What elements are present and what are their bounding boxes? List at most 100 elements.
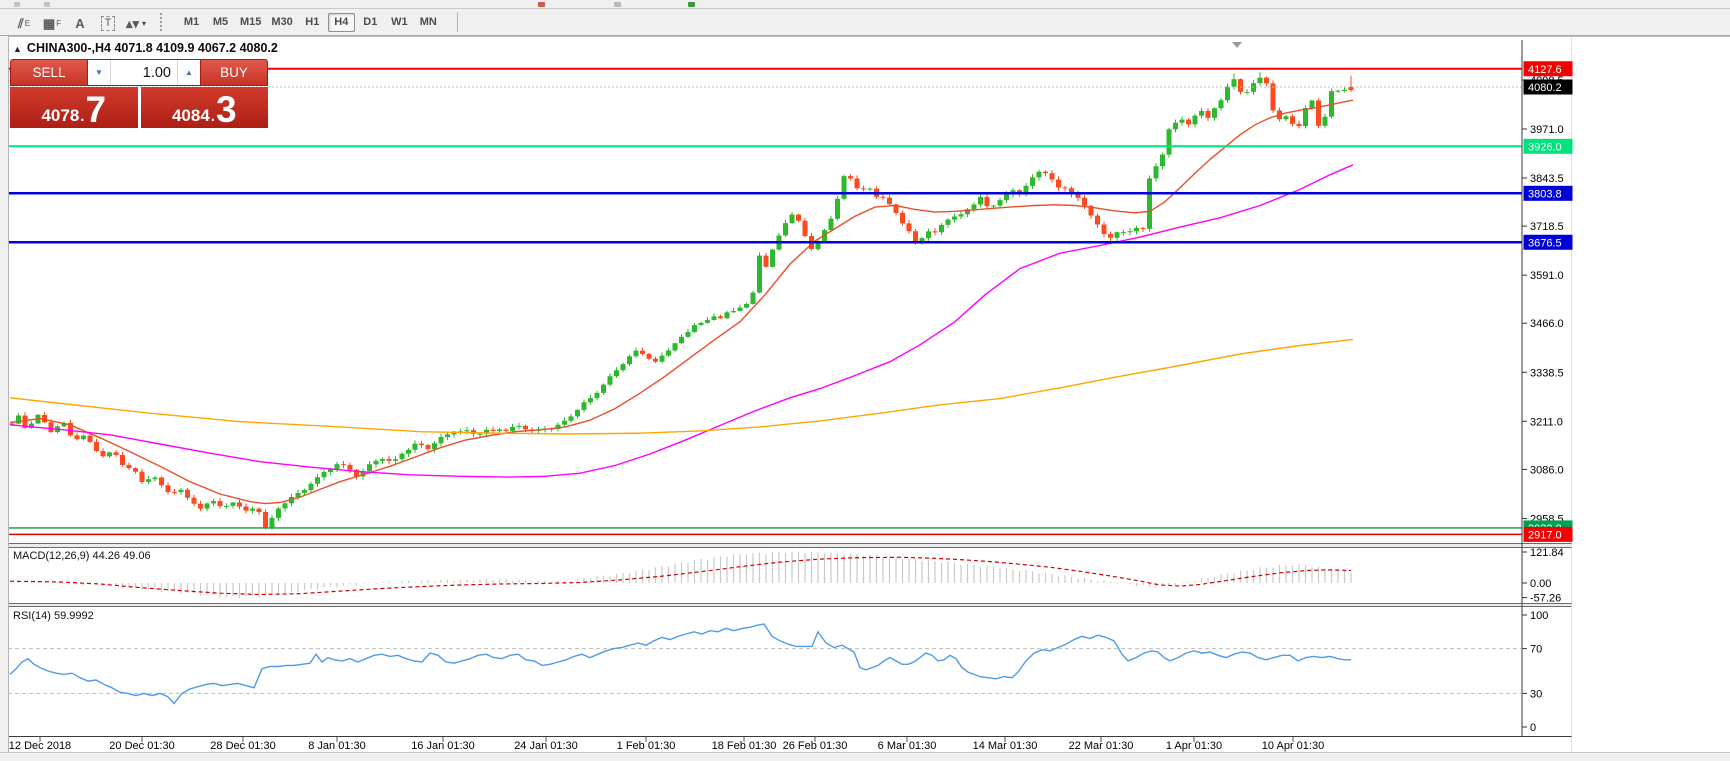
macd-tick-label: 0.00: [1530, 578, 1551, 590]
candle-body: [159, 478, 164, 486]
candle-body: [562, 421, 567, 425]
candle-body: [569, 416, 574, 420]
sell-price-dot: .: [80, 109, 84, 126]
candle-body: [406, 450, 411, 454]
timeframe-button-m1[interactable]: M1: [178, 13, 205, 32]
candle-body: [1297, 124, 1302, 126]
price-badge-label: 4080.2: [1528, 82, 1562, 94]
timeframe-button-m5[interactable]: M5: [207, 13, 234, 32]
candle-body: [439, 437, 444, 443]
candle-body: [868, 189, 873, 190]
rsi-tick-label: 70: [1530, 644, 1542, 656]
candle-body: [1082, 198, 1087, 206]
fibonacci-tool-icon[interactable]: ▦F: [38, 12, 66, 33]
candle-body: [75, 435, 80, 439]
rsi-indicator-label: RSI(14) 59.9992: [13, 610, 94, 622]
candle-body: [309, 484, 314, 490]
candle-body: [218, 501, 223, 506]
sell-button[interactable]: SELL: [10, 59, 88, 86]
label-tool-icon[interactable]: T: [94, 12, 122, 33]
panel-splitter[interactable]: [8, 544, 1572, 548]
candle-body: [322, 472, 327, 477]
candle-body: [1284, 116, 1289, 119]
timeframe-button-w1[interactable]: W1: [386, 13, 413, 32]
candle-body: [998, 200, 1003, 205]
candle-body: [114, 452, 119, 455]
price-badge-label: 4127.6: [1528, 64, 1562, 76]
candle-body: [1167, 129, 1172, 154]
timeframe-buttons-group: M1M5M15M30H1H4D1W1MN: [177, 13, 443, 32]
candle-body: [679, 337, 684, 343]
volume-decrease-button[interactable]: ▼: [88, 60, 111, 85]
candle-body: [1173, 123, 1178, 130]
candle-body: [523, 426, 528, 429]
text-tool-icon[interactable]: A: [66, 12, 94, 33]
candle-body: [127, 465, 132, 468]
price-badge-label: 3926.0: [1528, 141, 1562, 153]
timeframe-button-mn[interactable]: MN: [415, 13, 442, 32]
candle-body: [783, 223, 788, 235]
candle-body: [1063, 187, 1068, 188]
date-label: 1 Feb 01:30: [617, 740, 676, 752]
timeframe-button-d1[interactable]: D1: [357, 13, 384, 32]
candle-body: [413, 444, 418, 450]
volume-increase-button[interactable]: ▲: [177, 60, 200, 85]
candle-body: [842, 176, 847, 199]
chart-symbol: CHINA300-,H4: [27, 41, 111, 55]
date-label: 6 Mar 01:30: [878, 740, 937, 752]
arrows-tool-icon[interactable]: ▴▾▾: [122, 12, 150, 33]
candle-body: [712, 316, 717, 320]
price-tick-label: 3211.0: [1530, 416, 1563, 428]
price-tick-label: 3591.0: [1530, 270, 1564, 282]
candle-body: [478, 434, 483, 435]
candle-body: [1251, 83, 1256, 92]
candle-body: [1141, 228, 1146, 229]
candle-body: [1310, 101, 1315, 108]
one-click-trading-panel: SELL ▼ ▲ BUY 4078.7 4084.3: [10, 59, 268, 128]
macd-tick-label: 121.84: [1530, 547, 1564, 559]
candle-body: [133, 468, 138, 472]
sell-price-tile[interactable]: 4078.7: [10, 87, 138, 128]
candle-body: [107, 452, 112, 456]
candle-body: [387, 459, 392, 461]
candle-body: [315, 477, 320, 484]
toolbar: ⫽E▦FAT▴▾▾ M1M5M15M30H1H4D1W1MN: [0, 9, 1730, 36]
candle-body: [582, 402, 587, 410]
buy-price-tile[interactable]: 4084.3: [141, 87, 269, 128]
candle-body: [341, 464, 346, 465]
timeframe-button-h1[interactable]: H1: [299, 13, 326, 32]
candle-body: [250, 509, 255, 511]
candle-body: [653, 359, 658, 362]
candle-body: [101, 451, 106, 456]
volume-input[interactable]: [111, 60, 177, 85]
candle-body: [211, 501, 216, 503]
partial-icon-mark: [44, 2, 50, 7]
candle-body: [1095, 216, 1100, 225]
candle-body: [179, 490, 184, 492]
candle-body: [302, 490, 307, 493]
date-label: 14 Mar 01:30: [973, 740, 1038, 752]
price-tick-label: 3843.5: [1530, 173, 1564, 185]
timeframe-button-m15[interactable]: M15: [236, 13, 265, 32]
candle-body: [705, 320, 710, 323]
candle-body: [1115, 232, 1120, 238]
candle-body: [172, 492, 177, 493]
date-label: 22 Mar 01:30: [1069, 740, 1134, 752]
chart-title[interactable]: ▲CHINA300-,H4 4071.8 4109.9 4067.2 4080.…: [13, 41, 278, 55]
timeframe-button-m30[interactable]: M30: [267, 13, 296, 32]
toolbar-grip[interactable]: [160, 13, 169, 31]
candle-body: [725, 312, 730, 318]
candle-body: [744, 304, 749, 308]
price-badge-label: 3803.8: [1528, 188, 1562, 200]
partial-icon-mark: [538, 2, 545, 7]
timeframe-button-h4[interactable]: H4: [328, 13, 355, 32]
price-badge-label: 3676.5: [1528, 237, 1562, 249]
candle-body: [270, 518, 275, 527]
candle-body: [257, 509, 262, 512]
candle-body: [913, 231, 918, 242]
collapse-triangle-icon[interactable]: ▲: [13, 44, 22, 54]
candle-body: [686, 332, 691, 337]
buy-button[interactable]: BUY: [200, 59, 268, 86]
channels-tool-icon[interactable]: ⫽E: [10, 12, 38, 33]
date-label: 1 Apr 01:30: [1166, 740, 1222, 752]
